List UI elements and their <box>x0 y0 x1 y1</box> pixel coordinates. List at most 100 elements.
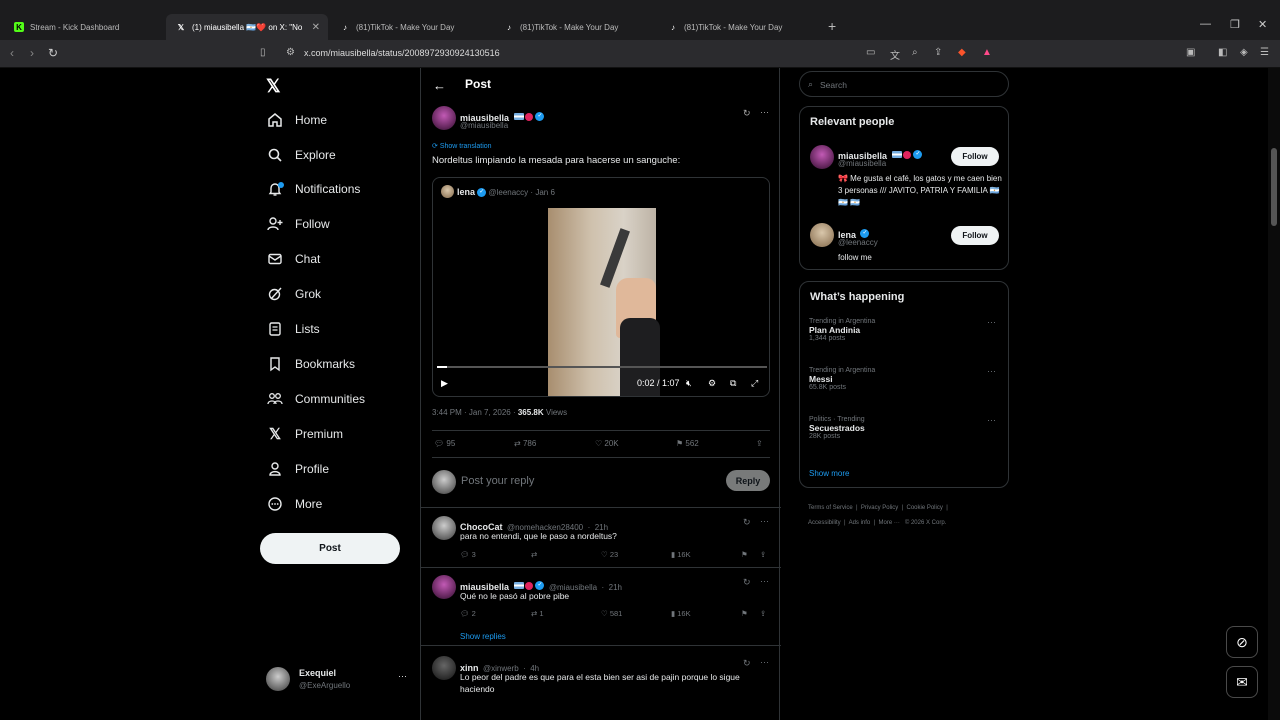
comment-item[interactable]: xinn @xinwerb · 4h ↻ ··· Lo peor del pad… <box>421 648 781 720</box>
nav-home[interactable]: Home <box>266 108 327 132</box>
nav-bookmarks[interactable]: Bookmarks <box>266 352 355 376</box>
views-action[interactable]: ▮ 16K <box>671 609 691 618</box>
nav-notifications[interactable]: Notifications <box>266 177 360 201</box>
zoom-icon[interactable]: ⌕ <box>912 47 918 58</box>
repost-action[interactable]: ⇄ 786 <box>514 439 536 448</box>
back-arrow-icon[interactable]: ← <box>433 78 446 93</box>
comment-avatar[interactable] <box>432 656 456 680</box>
author-handle[interactable]: @miausibella <box>460 121 508 130</box>
x-logo-icon[interactable]: 𝕏 <box>266 76 281 97</box>
tab-tiktok-3[interactable]: ♪ (81)TikTok - Make Your Day <box>658 14 820 40</box>
new-tab-button[interactable]: + <box>828 18 836 34</box>
video-progress-bar[interactable] <box>437 366 767 368</box>
extensions-icon[interactable]: ▣ <box>1186 47 1195 58</box>
reply-button[interactable]: Reply <box>726 470 770 491</box>
reply-input[interactable]: Post your reply <box>461 475 534 487</box>
footer-link-privacy[interactable]: Privacy Policy <box>861 505 898 511</box>
repost-action[interactable]: ⇄ <box>531 550 537 559</box>
more-icon[interactable]: ··· <box>987 415 996 425</box>
sidebar-icon[interactable]: ◧ <box>1218 47 1227 58</box>
close-icon[interactable]: ✕ <box>312 22 320 33</box>
trend-item[interactable]: Politics · Trending Secuestrados 28K pos… <box>809 416 865 440</box>
minimize-button[interactable]: — <box>1200 18 1211 30</box>
author-avatar[interactable] <box>432 106 456 130</box>
nav-profile[interactable]: Profile <box>266 457 329 481</box>
reply-action[interactable]: 💬︎ 3 <box>460 550 476 559</box>
nav-communities[interactable]: Communities <box>266 387 365 411</box>
translate-icon[interactable]: 文 <box>890 47 900 62</box>
nav-premium[interactable]: 𝕏 Premium <box>266 422 343 446</box>
more-icon[interactable]: ··· <box>760 576 769 586</box>
fullscreen-icon[interactable]: ⤢ <box>751 378 758 389</box>
messages-fab-button[interactable]: ✉ <box>1226 666 1258 698</box>
more-icon[interactable]: ··· <box>760 107 769 117</box>
quoted-post[interactable]: lena ✓ @leenaccy · Jan 6 ▶ 0:02 / 1:07 🔇… <box>432 177 770 397</box>
brave-rewards-icon[interactable]: ▲ <box>982 47 992 58</box>
more-icon[interactable]: ··· <box>760 516 769 526</box>
reply-action[interactable]: 💬︎ 95 <box>434 439 455 448</box>
grok-icon[interactable]: ↻ <box>743 108 751 119</box>
share-icon[interactable]: ⇪ <box>756 439 763 448</box>
cast-icon[interactable]: ▭ <box>866 47 875 58</box>
share-icon[interactable]: ⇪ <box>760 550 766 559</box>
close-window-button[interactable]: ✕ <box>1258 18 1267 31</box>
comment-avatar[interactable] <box>432 575 456 599</box>
footer-link-accessibility[interactable]: Accessibility <box>808 520 841 526</box>
grok-fab-button[interactable]: ⊘ <box>1226 626 1258 658</box>
share-icon[interactable]: ⇪ <box>934 47 942 58</box>
account-switcher[interactable]: Exequiel @ExeArguello ··· <box>266 665 410 695</box>
brave-shield-icon[interactable]: ◆ <box>958 47 966 58</box>
person-avatar[interactable] <box>810 223 834 247</box>
tab-x-post[interactable]: 𝕏 (1) miausibella 🇦🇷❤️ on X: "Nord ✕ <box>166 14 328 40</box>
vpn-icon[interactable]: ◈ <box>1240 47 1248 58</box>
follow-button[interactable]: Follow <box>951 226 999 245</box>
like-action[interactable]: ♡ 20K <box>595 439 619 448</box>
like-action[interactable]: ♡ 23 <box>601 550 618 559</box>
maximize-button[interactable]: ❐ <box>1230 18 1240 31</box>
forward-icon[interactable]: › <box>30 46 34 60</box>
tab-tiktok-1[interactable]: ♪ (81)TikTok - Make Your Day <box>330 14 492 40</box>
person-avatar[interactable] <box>810 145 834 169</box>
comment-item[interactable]: ChocoCat @nomehacken28400 · 21h ↻ ··· pa… <box>421 508 781 568</box>
bookmark-icon[interactable]: ⚑ <box>741 609 748 618</box>
nav-follow[interactable]: Follow <box>266 212 330 236</box>
grok-icon[interactable]: ↻ <box>743 577 751 588</box>
nav-explore[interactable]: Explore <box>266 143 336 167</box>
bookmark-page-icon[interactable]: ▯ <box>260 47 266 58</box>
play-icon[interactable]: ▶ <box>441 378 448 389</box>
post-button[interactable]: Post <box>260 533 400 564</box>
footer-link-cookie[interactable]: Cookie Policy <box>907 505 943 511</box>
tab-kick[interactable]: K Stream - Kick Dashboard <box>4 14 164 40</box>
nav-more[interactable]: More <box>266 492 322 516</box>
show-more-link[interactable]: Show more <box>809 469 849 478</box>
views-action[interactable]: ▮ 16K <box>671 550 691 559</box>
more-icon[interactable]: ··· <box>987 317 996 327</box>
more-icon[interactable]: ··· <box>987 366 996 376</box>
settings-icon[interactable]: ⚙ <box>708 378 716 389</box>
comment-avatar[interactable] <box>432 516 456 540</box>
like-action[interactable]: ♡ 581 <box>601 609 622 618</box>
follow-button[interactable]: Follow <box>951 147 999 166</box>
grok-icon[interactable]: ↻ <box>743 658 751 669</box>
more-icon[interactable]: ··· <box>760 657 769 667</box>
footer-link-more[interactable]: More ··· <box>879 520 900 526</box>
show-translation-link[interactable]: ⟳ Show translation <box>432 142 492 150</box>
mute-icon[interactable]: 🔇︎ <box>686 378 692 389</box>
nav-chat[interactable]: Chat <box>266 247 320 271</box>
menu-icon[interactable]: ☰ <box>1260 47 1269 58</box>
tab-tiktok-2[interactable]: ♪ (81)TikTok - Make Your Day <box>494 14 656 40</box>
url-text[interactable]: x.com/miausibella/status/200897293092413… <box>304 48 500 58</box>
footer-link-terms[interactable]: Terms of Service <box>808 505 853 511</box>
bookmark-icon[interactable]: ⚑ <box>741 550 748 559</box>
share-icon[interactable]: ⇪ <box>760 609 766 618</box>
grok-icon[interactable]: ↻ <box>743 517 751 528</box>
scrollbar-thumb[interactable] <box>1271 148 1277 226</box>
video-frame[interactable] <box>548 208 660 396</box>
nav-grok[interactable]: Grok <box>266 282 321 306</box>
trend-item[interactable]: Trending in Argentina Messi 65.8K posts <box>809 367 875 391</box>
picture-in-picture-icon[interactable]: ⧉ <box>730 378 736 389</box>
reload-icon[interactable]: ↻ <box>48 46 58 60</box>
bookmark-action[interactable]: ⚑ 562 <box>676 439 699 448</box>
reply-action[interactable]: 💬︎ 2 <box>460 609 476 618</box>
search-input[interactable]: ⌕ Search <box>799 71 1009 97</box>
